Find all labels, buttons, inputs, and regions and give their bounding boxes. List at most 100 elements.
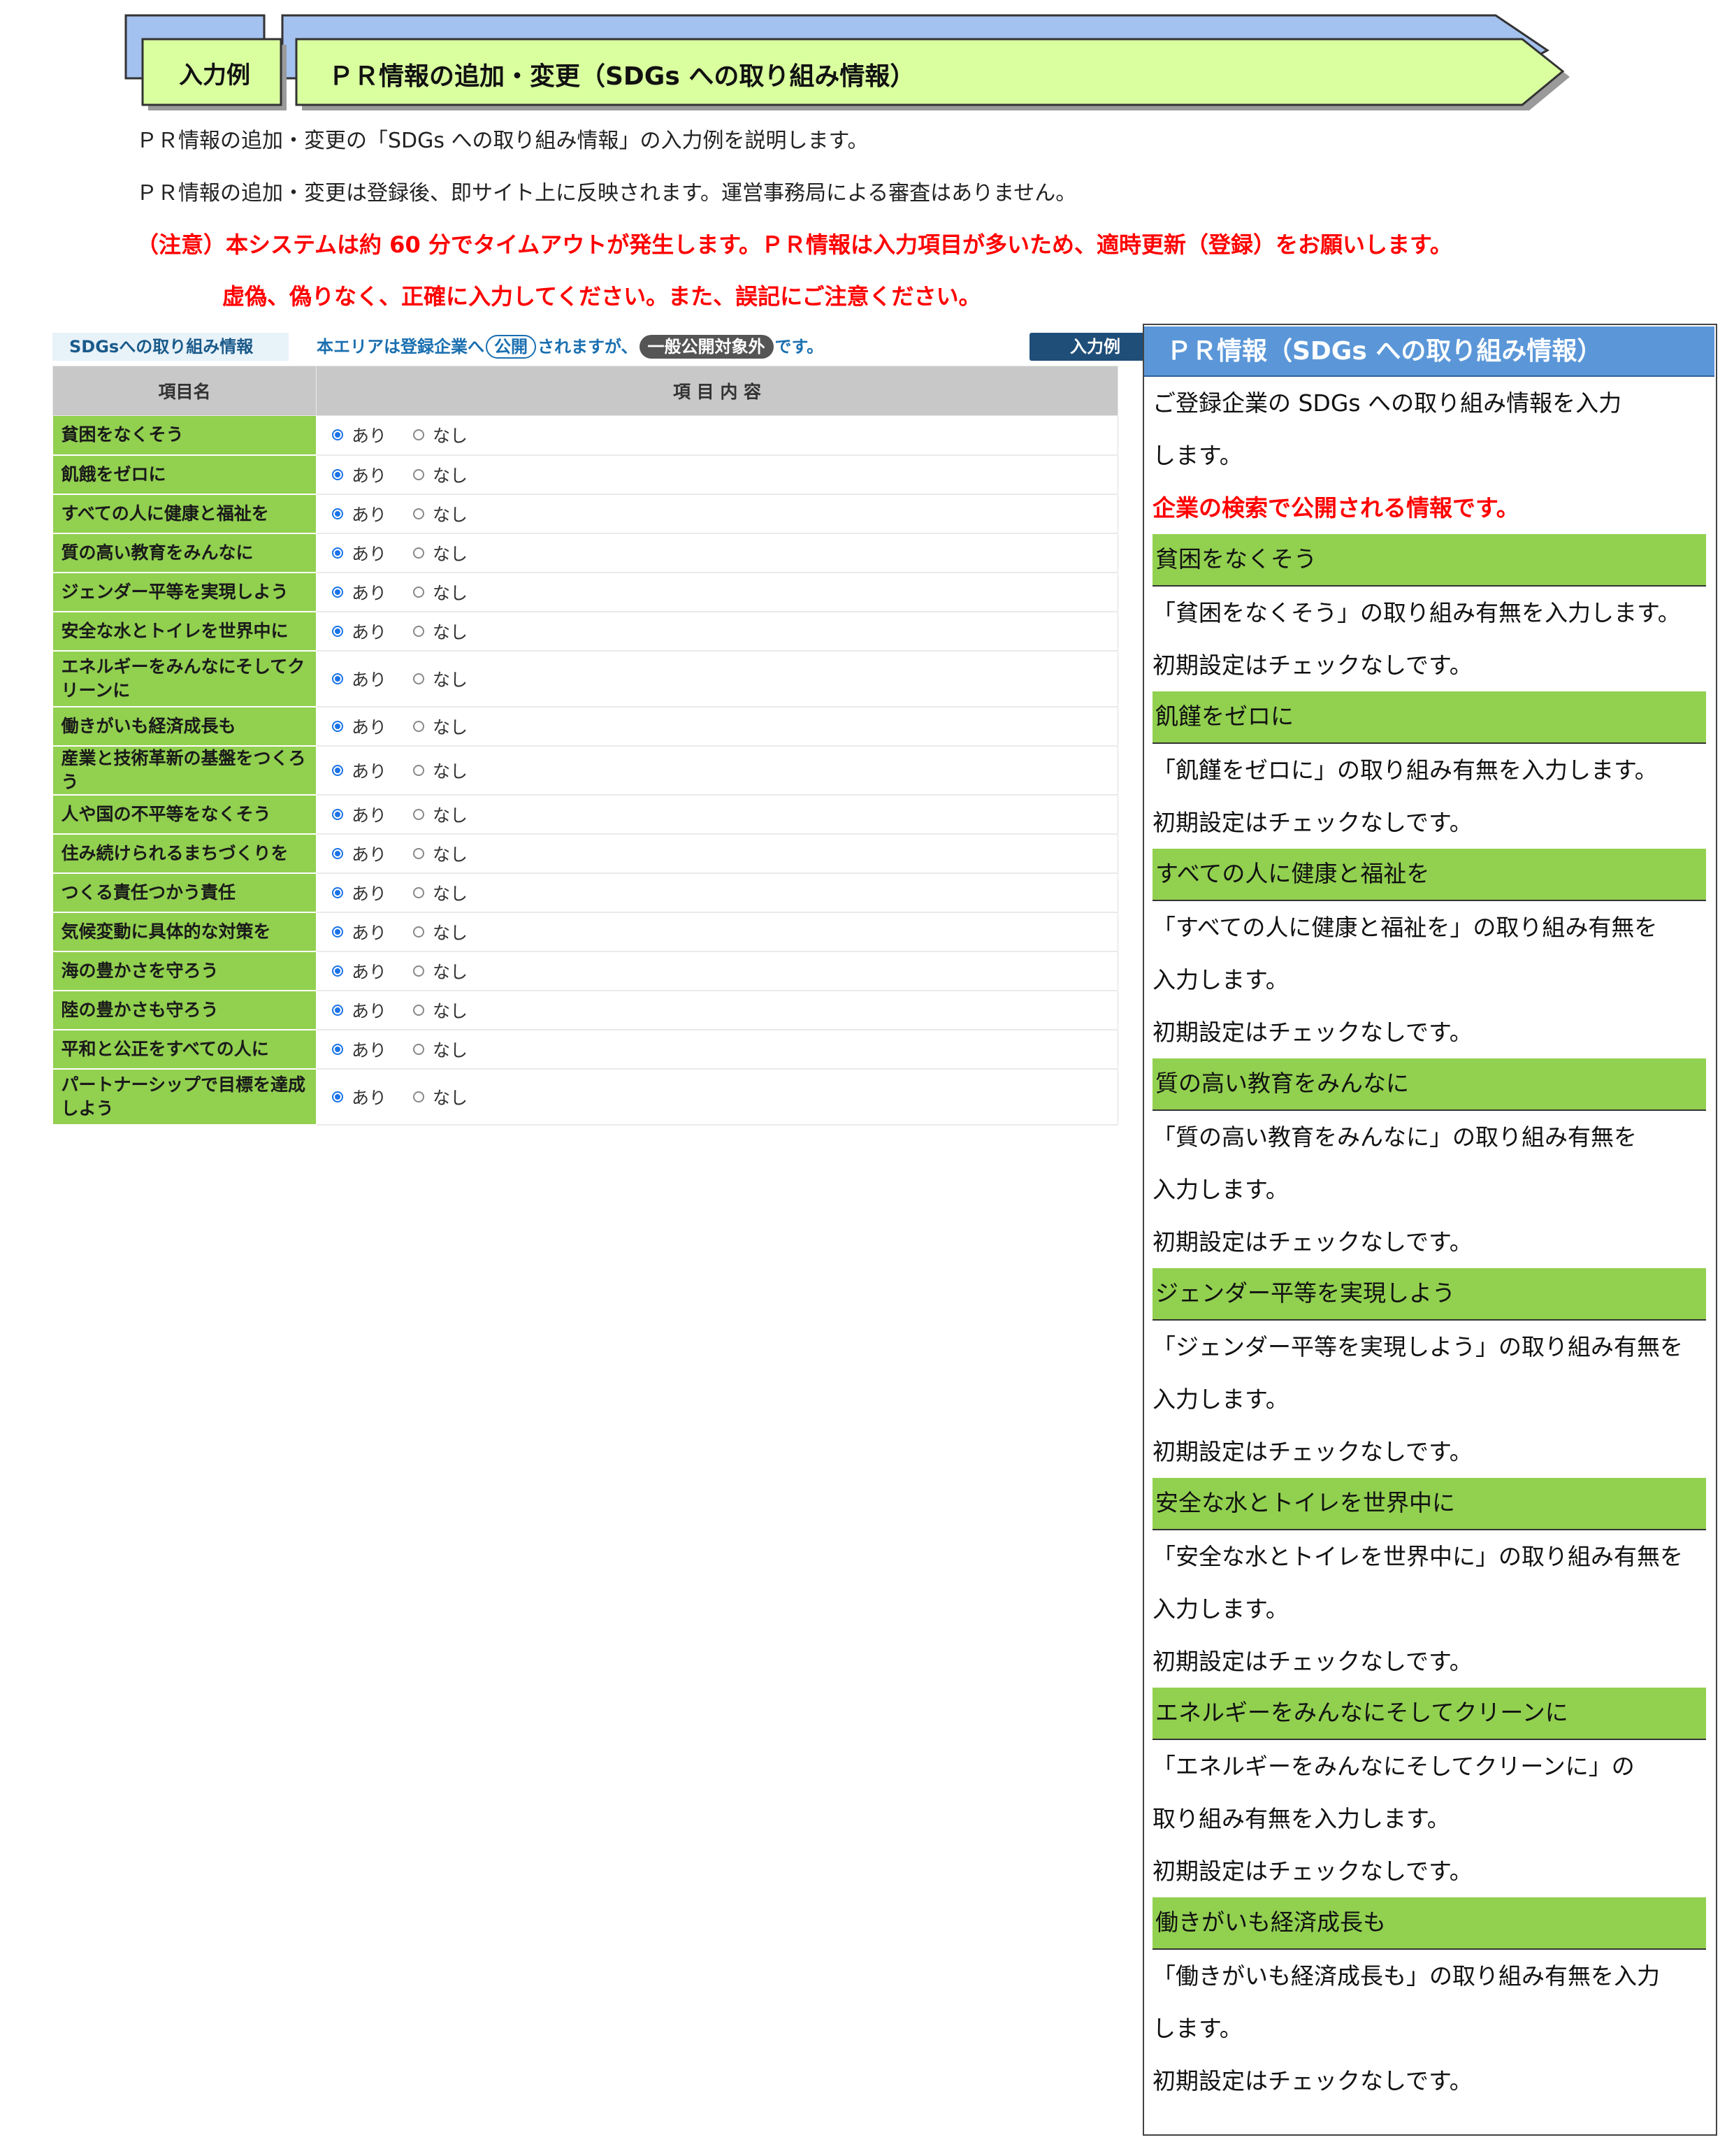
option-yes-label: あり bbox=[352, 582, 387, 603]
radio-selected-icon[interactable] bbox=[332, 886, 343, 898]
radio-selected-icon[interactable] bbox=[332, 508, 343, 519]
radio-unselected-icon[interactable] bbox=[413, 1043, 425, 1055]
panel-section-description: 入力します。 bbox=[1153, 1176, 1289, 1203]
table-row: すべての人に健康と福祉を あり なし bbox=[52, 494, 1118, 534]
option-yes[interactable]: あり bbox=[332, 540, 386, 566]
option-yes[interactable]: あり bbox=[332, 619, 386, 644]
option-yes-label: あり bbox=[352, 465, 387, 486]
option-yes[interactable]: あり bbox=[332, 1037, 386, 1062]
option-yes[interactable]: あり bbox=[332, 714, 386, 739]
radio-selected-icon[interactable] bbox=[332, 764, 343, 776]
option-no-label: なし bbox=[433, 922, 468, 943]
radio-unselected-icon[interactable] bbox=[413, 625, 425, 637]
radio-selected-icon[interactable] bbox=[332, 1043, 343, 1055]
panel-section-description: 「すべての人に健康と福祉を」の取り組み有無を bbox=[1153, 914, 1658, 941]
panel-title: ＰＲ情報（SDGs への取り組み情報） bbox=[1144, 326, 1714, 377]
option-no[interactable]: なし bbox=[413, 758, 468, 783]
option-no[interactable]: なし bbox=[413, 666, 468, 691]
option-yes[interactable]: あり bbox=[332, 802, 386, 827]
row-label: 海の豊かさを守ろう bbox=[52, 951, 317, 991]
radio-unselected-icon[interactable] bbox=[413, 547, 425, 559]
radio-unselected-icon[interactable] bbox=[413, 720, 425, 732]
option-no[interactable]: なし bbox=[413, 462, 468, 487]
option-yes[interactable]: あり bbox=[332, 880, 386, 905]
option-yes[interactable]: あり bbox=[332, 919, 386, 944]
radio-selected-icon[interactable] bbox=[332, 808, 343, 820]
radio-unselected-icon[interactable] bbox=[413, 926, 425, 937]
table-row: 気候変動に具体的な対策を あり なし bbox=[52, 912, 1118, 952]
table-row: エネルギーをみんなにそしてクリーンに あり なし bbox=[52, 650, 1118, 707]
radio-selected-icon[interactable] bbox=[332, 673, 343, 684]
panel-default-note: 初期設定はチェックなしです。 bbox=[1153, 2067, 1473, 2094]
warning-line-2: 虚偽、偽りなく、正確に入力してください。また、誤記にご注意ください。 bbox=[222, 283, 981, 310]
option-no[interactable]: なし bbox=[413, 841, 468, 866]
row-label: 住み続けられるまちづくりを bbox=[52, 833, 317, 874]
row-label: 貧困をなくそう bbox=[52, 415, 317, 456]
row-label: 人や国の不平等をなくそう bbox=[52, 794, 317, 835]
row-options: あり なし bbox=[316, 611, 1118, 652]
table-row: 飢餓をゼロに あり なし bbox=[52, 454, 1118, 495]
option-no[interactable]: なし bbox=[413, 580, 468, 605]
radio-unselected-icon[interactable] bbox=[413, 468, 425, 480]
radio-selected-icon[interactable] bbox=[332, 586, 343, 598]
option-no[interactable]: なし bbox=[413, 919, 468, 944]
radio-selected-icon[interactable] bbox=[332, 965, 343, 977]
table-row: 海の豊かさを守ろう あり なし bbox=[52, 951, 1118, 991]
column-header-content: 項 目 内 容 bbox=[316, 366, 1118, 416]
radio-unselected-icon[interactable] bbox=[413, 429, 425, 441]
option-no[interactable]: なし bbox=[413, 422, 468, 447]
option-no[interactable]: なし bbox=[413, 619, 468, 644]
radio-selected-icon[interactable] bbox=[332, 468, 343, 480]
radio-selected-icon[interactable] bbox=[332, 547, 343, 559]
radio-selected-icon[interactable] bbox=[332, 625, 343, 637]
radio-selected-icon[interactable] bbox=[332, 926, 343, 937]
option-yes[interactable]: あり bbox=[332, 462, 386, 487]
radio-unselected-icon[interactable] bbox=[413, 808, 425, 820]
option-no-label: なし bbox=[433, 844, 468, 865]
option-no[interactable]: なし bbox=[413, 880, 468, 905]
option-no[interactable]: なし bbox=[413, 501, 468, 526]
option-no[interactable]: なし bbox=[413, 540, 468, 566]
radio-selected-icon[interactable] bbox=[332, 1004, 343, 1016]
option-no-label: なし bbox=[433, 761, 468, 782]
option-no[interactable]: なし bbox=[413, 958, 468, 984]
option-yes[interactable]: あり bbox=[332, 998, 386, 1023]
panel-section-heading: 質の高い教育をみんなに bbox=[1153, 1058, 1706, 1111]
row-options: あり なし bbox=[316, 454, 1118, 495]
radio-unselected-icon[interactable] bbox=[413, 508, 425, 519]
example-button[interactable]: 入力例 bbox=[1029, 333, 1161, 361]
option-no[interactable]: なし bbox=[413, 1084, 468, 1109]
radio-unselected-icon[interactable] bbox=[413, 1004, 425, 1016]
option-no-label: なし bbox=[433, 1087, 468, 1108]
radio-unselected-icon[interactable] bbox=[413, 847, 425, 859]
option-yes[interactable]: あり bbox=[332, 422, 386, 447]
radio-unselected-icon[interactable] bbox=[413, 673, 425, 684]
panel-section-heading: すべての人に健康と福祉を bbox=[1153, 849, 1706, 901]
option-yes[interactable]: あり bbox=[332, 580, 386, 605]
table-row: パートナーシップで目標を達成しよう あり なし bbox=[52, 1068, 1118, 1126]
option-no[interactable]: なし bbox=[413, 998, 468, 1023]
option-yes[interactable]: あり bbox=[332, 1084, 386, 1109]
panel-section-description: 取り組み有無を入力します。 bbox=[1153, 1805, 1450, 1832]
option-yes[interactable]: あり bbox=[332, 501, 386, 526]
option-no[interactable]: なし bbox=[413, 714, 468, 739]
radio-unselected-icon[interactable] bbox=[413, 965, 425, 977]
panel-section-description: します。 bbox=[1153, 2015, 1243, 2042]
note-suffix: です。 bbox=[774, 337, 824, 357]
radio-selected-icon[interactable] bbox=[332, 720, 343, 732]
option-yes[interactable]: あり bbox=[332, 841, 386, 866]
radio-selected-icon[interactable] bbox=[332, 847, 343, 859]
radio-selected-icon[interactable] bbox=[332, 429, 343, 441]
radio-unselected-icon[interactable] bbox=[413, 1091, 425, 1102]
table-row: 産業と技術革新の基盤をつくろう あり なし bbox=[52, 745, 1118, 796]
option-no[interactable]: なし bbox=[413, 1037, 468, 1062]
radio-unselected-icon[interactable] bbox=[413, 886, 425, 898]
option-yes[interactable]: あり bbox=[332, 666, 386, 691]
note-middle: されますが、 bbox=[537, 337, 638, 357]
option-yes[interactable]: あり bbox=[332, 758, 386, 783]
option-yes[interactable]: あり bbox=[332, 958, 386, 984]
option-no[interactable]: なし bbox=[413, 802, 468, 827]
radio-unselected-icon[interactable] bbox=[413, 586, 425, 598]
radio-unselected-icon[interactable] bbox=[413, 764, 425, 776]
radio-selected-icon[interactable] bbox=[332, 1091, 343, 1102]
